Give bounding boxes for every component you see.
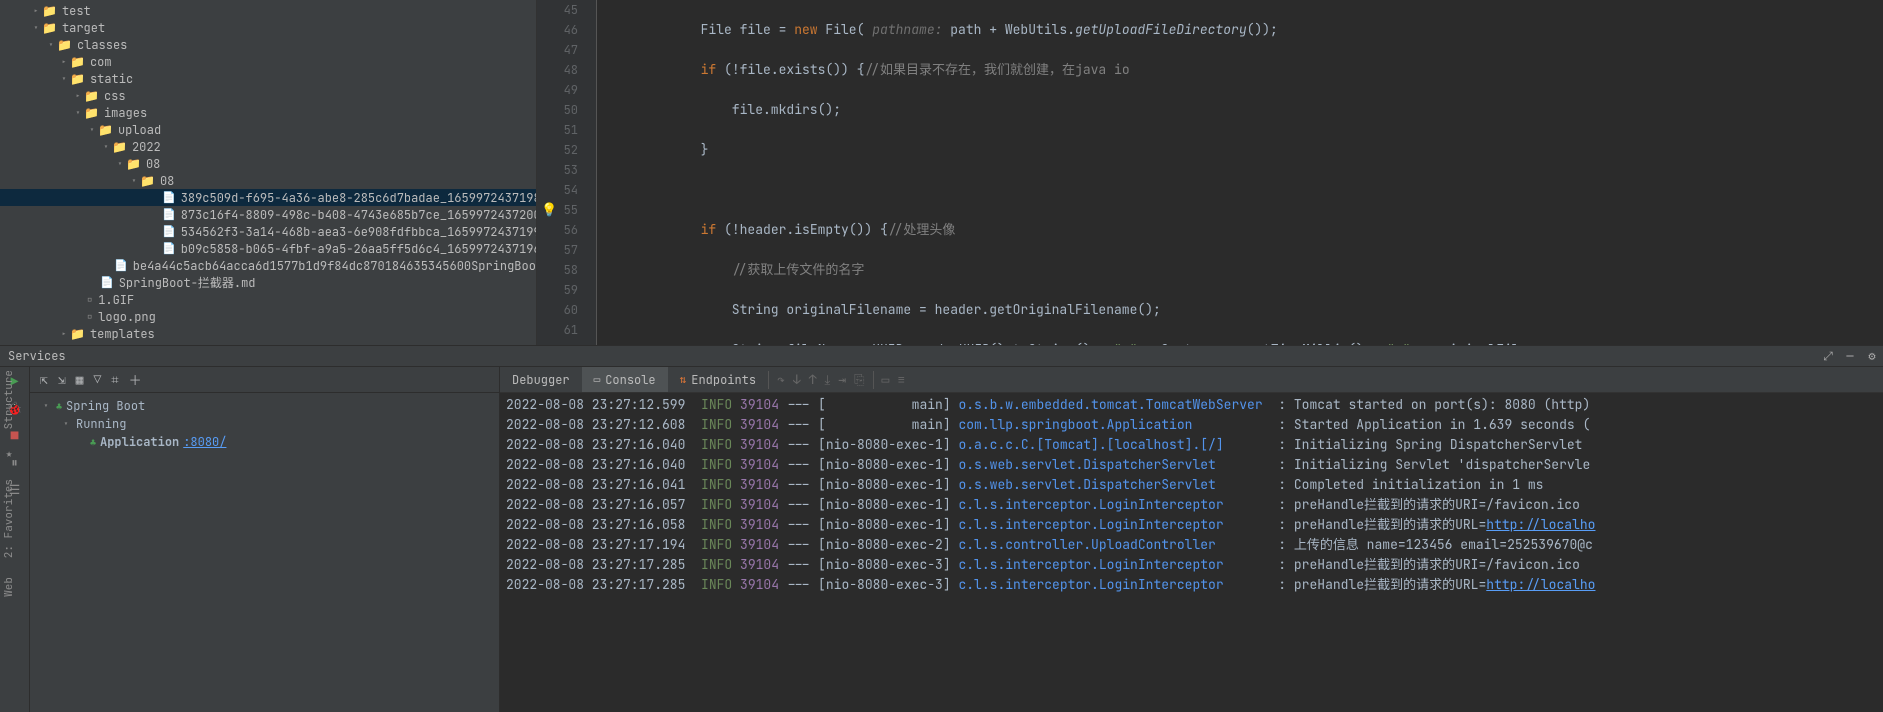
- tree-file[interactable]: 📄SpringBoot-拦截器.md: [0, 274, 536, 291]
- file-icon: 📄: [100, 276, 114, 290]
- tree-file-logo[interactable]: ▫logo.png: [0, 308, 536, 325]
- group-icon[interactable]: ⌗: [111, 371, 118, 388]
- folder-icon: 📁: [126, 156, 141, 172]
- tree-folder-templates[interactable]: ▸📁templates: [0, 325, 536, 342]
- chevron-down-icon: ▾: [58, 73, 70, 85]
- tree-folder-css[interactable]: ▸📁css: [0, 87, 536, 104]
- file-icon: ▫: [86, 309, 93, 325]
- step-over-icon[interactable]: ↷: [777, 371, 785, 389]
- chevron-right-icon: ▸: [58, 328, 70, 340]
- chevron-down-icon: ▾: [128, 175, 140, 187]
- chevron-down-icon: ▾: [86, 124, 98, 136]
- sidebar-structure[interactable]: Structure: [2, 370, 16, 429]
- star-icon[interactable]: ★: [6, 447, 13, 461]
- app-port-link[interactable]: :8080/: [183, 434, 226, 450]
- tree-file[interactable]: 📄873c16f4-8809-498c-b408-4743e685b7ce_16…: [0, 206, 536, 223]
- chevron-down-icon: ▾: [100, 141, 112, 153]
- chevron-down-icon: ▾: [72, 107, 84, 119]
- folder-icon: 📁: [98, 122, 113, 138]
- services-tree[interactable]: ⇱ ⇲ ▦ ▽ ⌗ ＋ ▾♣Spring Boot ▾Running ♣Appl…: [30, 367, 500, 712]
- expand-icon[interactable]: ⤢: [1817, 348, 1839, 364]
- project-tree[interactable]: ▸📁test ▾📁target ▾📁classes ▸📁com ▾📁static…: [0, 0, 537, 345]
- file-icon: 📄: [162, 242, 176, 256]
- folder-icon: 📁: [42, 3, 57, 19]
- folder-icon: 📁: [84, 105, 99, 121]
- tree-file-gif[interactable]: ▫1.GIF: [0, 291, 536, 308]
- tree-file[interactable]: 📄389c509d-f695-4a36-abe8-285c6d7badae_16…: [0, 189, 536, 206]
- leaf-icon: ♣: [90, 436, 96, 449]
- console-output[interactable]: 2022-08-08 23:27:12.599 INFO 39104 --- […: [500, 393, 1883, 712]
- file-icon: 📄: [162, 225, 176, 239]
- chevron-down-icon: ▾: [40, 400, 52, 412]
- file-icon: 📄: [162, 191, 176, 205]
- svc-node-running[interactable]: ▾Running: [30, 415, 499, 433]
- services-toolwindow-header[interactable]: Services ⤢ — ⚙: [0, 345, 1883, 367]
- tree-folder-2022[interactable]: ▾📁2022: [0, 138, 536, 155]
- run-to-cursor-icon[interactable]: ⇥: [838, 371, 846, 389]
- collapse-all-icon[interactable]: ⇲: [58, 371, 66, 388]
- chevron-down-icon: ▾: [30, 22, 42, 34]
- folder-icon: 📁: [57, 37, 72, 53]
- svc-node-springboot[interactable]: ▾♣Spring Boot: [30, 397, 499, 415]
- services-toolbar: ⇱ ⇲ ▦ ▽ ⌗ ＋: [30, 367, 499, 393]
- folder-icon: 📁: [84, 88, 99, 104]
- sidebar-favorites[interactable]: 2: Favorites: [2, 479, 16, 558]
- tree-folder-target[interactable]: ▾📁target: [0, 19, 536, 36]
- tree-folder-08-day[interactable]: ▾📁08: [0, 172, 536, 189]
- gear-icon[interactable]: ⚙: [1861, 348, 1883, 364]
- folder-icon: 📁: [70, 71, 85, 87]
- layout-icon[interactable]: ▭: [882, 371, 890, 389]
- expand-all-icon[interactable]: ⇱: [40, 371, 48, 388]
- tree-file[interactable]: 📄be4a44c5acb64acca6d1577b1d9f84dc8701846…: [0, 257, 536, 274]
- file-icon: 📄: [114, 259, 128, 273]
- folder-icon: 📁: [70, 326, 85, 342]
- tree-folder-08[interactable]: ▾📁08: [0, 155, 536, 172]
- code-editor[interactable]: 45464748495051525354💡55565758596061 File…: [537, 0, 1883, 345]
- chevron-right-icon: ▸: [58, 56, 70, 68]
- tree-folder-classes[interactable]: ▾📁classes: [0, 36, 536, 53]
- svc-node-application[interactable]: ♣Application :8080/: [30, 433, 499, 451]
- console-tab-bar: Debugger ▭Console ⇅Endpoints ↷ ↓ ↑ ⤓ ⇥ ⎘…: [500, 367, 1883, 393]
- tree-folder-test[interactable]: ▸📁test: [0, 2, 536, 19]
- services-title: Services: [8, 348, 66, 364]
- chevron-down-icon: ▾: [45, 39, 57, 51]
- leaf-icon: ♣: [56, 400, 62, 413]
- tab-endpoints[interactable]: ⇅Endpoints: [668, 367, 768, 392]
- chevron-down-icon: ▾: [60, 418, 72, 430]
- step-icon[interactable]: ⤓: [825, 371, 831, 389]
- minimize-icon[interactable]: —: [1839, 348, 1861, 364]
- filter-icon[interactable]: ▽: [93, 371, 101, 388]
- endpoints-icon: ⇅: [680, 373, 687, 387]
- left-toolwindow-strip: Structure ★ 2: Favorites Web: [0, 370, 18, 596]
- sidebar-web[interactable]: Web: [2, 577, 16, 597]
- add-icon[interactable]: ＋: [129, 370, 142, 389]
- code-area[interactable]: File file = new File( pathname: path + W…: [597, 0, 1883, 345]
- folder-icon: 📁: [112, 139, 127, 155]
- tree-folder-images[interactable]: ▾📁images: [0, 104, 536, 121]
- settings-icon[interactable]: ≡: [897, 371, 905, 389]
- tab-debugger[interactable]: Debugger: [500, 367, 582, 392]
- tree-folder-static[interactable]: ▾📁static: [0, 70, 536, 87]
- chevron-down-icon: ▾: [114, 158, 126, 170]
- file-icon: ▫: [86, 292, 93, 308]
- chevron-right-icon: ▸: [72, 90, 84, 102]
- folder-icon: 📁: [42, 20, 57, 36]
- folder-icon: 📁: [70, 54, 85, 70]
- tree-folder-upload[interactable]: ▾📁upload: [0, 121, 536, 138]
- tree-file[interactable]: 📄534562f3-3a14-468b-aea3-6e908fdfbbca_16…: [0, 223, 536, 240]
- step-out-icon[interactable]: ↑: [809, 371, 817, 389]
- folder-icon: 📁: [140, 173, 155, 189]
- file-icon: 📄: [162, 208, 176, 222]
- tab-console[interactable]: ▭Console: [582, 367, 668, 392]
- evaluate-icon[interactable]: ⎘: [854, 371, 864, 389]
- step-into-icon[interactable]: ↓: [793, 371, 801, 389]
- tree-file[interactable]: 📄b09c5858-b065-4fbf-a9a5-26aa5ff5d6c4_16…: [0, 240, 536, 257]
- lightbulb-icon[interactable]: 💡: [541, 200, 557, 220]
- console-icon: ▭: [594, 373, 601, 387]
- grid-icon[interactable]: ▦: [76, 371, 84, 388]
- line-gutter: 45464748495051525354💡55565758596061: [537, 0, 597, 345]
- chevron-right-icon: ▸: [30, 5, 42, 17]
- tree-folder-com[interactable]: ▸📁com: [0, 53, 536, 70]
